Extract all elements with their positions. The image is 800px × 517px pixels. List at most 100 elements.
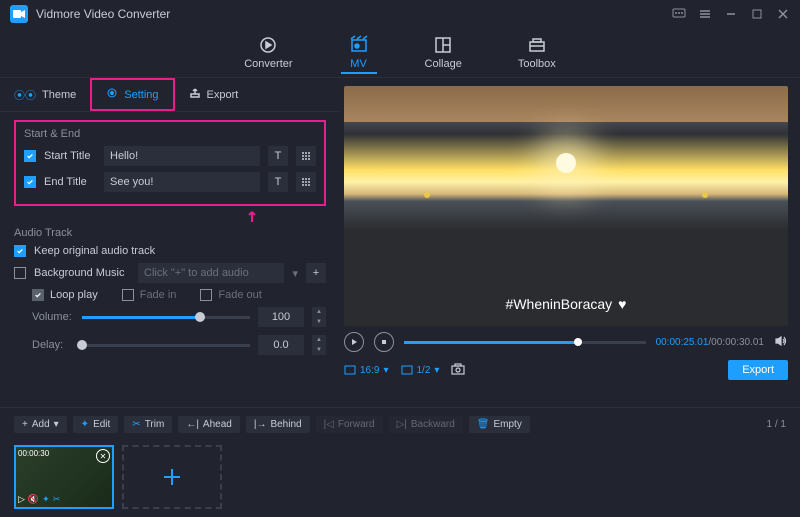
volume-input[interactable]	[258, 307, 304, 327]
end-title-checkbox[interactable]	[24, 176, 36, 188]
right-icon: |→	[254, 419, 267, 430]
tab-label: Export	[207, 89, 239, 101]
volume-slider[interactable]	[82, 316, 250, 319]
trash-icon: 🗑	[477, 419, 490, 430]
remove-clip-button[interactable]: ✕	[96, 449, 110, 463]
app-logo	[10, 5, 28, 23]
chevron-down-icon[interactable]: ▾	[292, 267, 298, 280]
stop-button[interactable]	[374, 332, 394, 352]
video-preview: #WheninBoracay ♥	[344, 86, 788, 326]
scissors-icon: ✂	[132, 419, 140, 430]
delay-spinner[interactable]: ▲▼	[312, 335, 326, 355]
fade-in-checkbox[interactable]	[122, 289, 134, 301]
menu-icon[interactable]	[698, 7, 712, 21]
grid-icon[interactable]	[296, 172, 316, 192]
current-time: 00:00:25.01	[656, 337, 709, 348]
end-title-label: End Title	[44, 176, 96, 188]
maximize-button[interactable]	[750, 7, 764, 21]
delay-input[interactable]	[258, 335, 304, 355]
nav-collage[interactable]: Collage	[417, 31, 470, 74]
preview-hashtag: #WheninBoracay	[506, 296, 613, 312]
volume-icon[interactable]	[774, 334, 788, 351]
snapshot-icon[interactable]	[451, 363, 465, 378]
progress-bar[interactable]	[404, 341, 646, 344]
tab-label: Setting	[124, 89, 158, 101]
add-clip-button[interactable]	[122, 445, 222, 509]
tab-setting[interactable]: Setting	[90, 78, 174, 111]
nav-converter[interactable]: Converter	[236, 31, 300, 74]
nav-mv[interactable]: MV	[341, 31, 377, 74]
trim-button[interactable]: ✂Trim	[124, 416, 172, 433]
heart-icon: ♥	[618, 296, 626, 312]
volume-spinner[interactable]: ▲▼	[312, 307, 326, 327]
feedback-icon[interactable]	[672, 7, 686, 21]
zoom-select[interactable]: 1/2 ▾	[401, 365, 440, 376]
play-button[interactable]	[344, 332, 364, 352]
fade-out-checkbox[interactable]	[200, 289, 212, 301]
total-time: /00:00:30.01	[708, 337, 764, 348]
star-icon[interactable]: ✦	[42, 494, 50, 505]
forward-button[interactable]: |◁Forward	[316, 416, 383, 433]
add-audio-select[interactable]: Click "+" to add audio	[138, 263, 284, 283]
loop-play-label: Loop play	[50, 289, 98, 301]
close-button[interactable]	[776, 7, 790, 21]
tab-theme[interactable]: ⦿⦿ Theme	[0, 78, 90, 111]
backward-button[interactable]: ▷|Backward	[389, 416, 463, 433]
text-style-icon[interactable]: T	[268, 146, 288, 166]
chevron-down-icon: ▾	[383, 365, 388, 376]
volume-label: Volume:	[32, 311, 74, 323]
bg-music-checkbox[interactable]	[14, 267, 26, 279]
app-title: Vidmore Video Converter	[36, 7, 672, 21]
nav-label: MV	[350, 58, 367, 70]
grid-icon[interactable]	[296, 146, 316, 166]
export-icon	[189, 87, 201, 102]
text-style-icon[interactable]: T	[268, 172, 288, 192]
gear-icon	[106, 87, 118, 102]
left-icon: ←|	[186, 419, 199, 430]
start-title-input[interactable]	[104, 146, 260, 166]
nav-label: Collage	[425, 58, 462, 70]
loop-play-checkbox[interactable]	[32, 289, 44, 301]
chevron-down-icon: ▾	[434, 365, 439, 376]
bg-music-label: Background Music	[34, 267, 130, 279]
clip-thumbnail[interactable]: 00:00:30 ✕ ▷ 🔇 ✦ ✂	[14, 445, 114, 509]
chevron-down-icon: ▾	[54, 419, 59, 430]
skip-right-icon: ▷|	[397, 419, 407, 430]
export-button[interactable]: Export	[728, 360, 788, 380]
converter-icon	[258, 35, 278, 55]
aspect-ratio-select[interactable]: 16:9 ▾	[344, 365, 389, 376]
start-title-label: Start Title	[44, 150, 96, 162]
delay-label: Delay:	[32, 339, 74, 351]
nav-toolbox[interactable]: Toolbox	[510, 31, 564, 74]
fade-out-label: Fade out	[218, 289, 261, 301]
mv-icon	[349, 35, 369, 55]
end-title-input[interactable]	[104, 172, 260, 192]
edit-button[interactable]: ✦Edit	[73, 416, 119, 433]
skip-left-icon: |◁	[324, 419, 334, 430]
add-button[interactable]: +Add▾	[14, 416, 67, 433]
keep-original-label: Keep original audio track	[34, 245, 155, 257]
toolbox-icon	[527, 35, 547, 55]
collage-icon	[433, 35, 453, 55]
ahead-button[interactable]: ←|Ahead	[178, 416, 240, 433]
plus-icon: +	[22, 419, 28, 430]
clip-duration: 00:00:30	[18, 449, 49, 458]
nav-label: Converter	[244, 58, 292, 70]
add-audio-button[interactable]: +	[306, 263, 326, 283]
tab-label: Theme	[42, 89, 76, 101]
section-start-end: Start & End	[24, 128, 316, 140]
volume-icon[interactable]: 🔇	[28, 494, 39, 505]
minimize-button[interactable]	[724, 7, 738, 21]
start-title-checkbox[interactable]	[24, 150, 36, 162]
fade-in-label: Fade in	[140, 289, 177, 301]
scissors-icon[interactable]: ✂	[53, 494, 61, 505]
play-icon[interactable]: ▷	[18, 494, 25, 505]
theme-icon: ⦿⦿	[14, 87, 36, 103]
tab-export[interactable]: Export	[175, 78, 253, 111]
delay-slider[interactable]	[82, 344, 250, 347]
behind-button[interactable]: |→Behind	[246, 416, 310, 433]
page-count: 1 / 1	[767, 419, 786, 430]
keep-original-checkbox[interactable]	[14, 245, 26, 257]
empty-button[interactable]: 🗑Empty	[469, 416, 530, 433]
star-icon: ✦	[81, 419, 89, 430]
